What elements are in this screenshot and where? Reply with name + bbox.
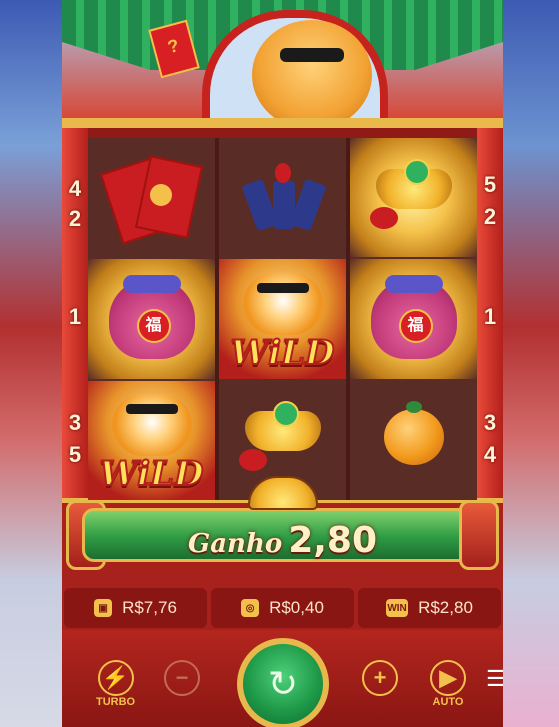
win-label: Ganho xyxy=(187,529,283,559)
left-multiplier-3: 1 xyxy=(68,304,82,329)
reel-2: WiLD xyxy=(219,138,346,500)
symbol-orange xyxy=(350,381,477,500)
spin-icon: ↻ xyxy=(267,663,299,704)
symbol-lucky-bag: 福 xyxy=(350,259,477,379)
game-screen: ? 4 2 1 3 5 5 2 1 3 4 福 WiLD WiLD 福 Ganh… xyxy=(62,0,503,727)
left-multiplier-5: 5 xyxy=(68,442,82,467)
reel-1: 福 WiLD xyxy=(88,138,215,500)
symbol-gold-ingot xyxy=(350,138,477,258)
right-multiplier-4: 3 xyxy=(483,410,497,435)
wallet-icon: ▣ xyxy=(94,599,113,617)
auto-label: AUTO xyxy=(432,696,464,708)
menu-icon[interactable]: ☰ xyxy=(486,666,503,692)
spin-button[interactable]: ↻ xyxy=(237,638,329,727)
right-multiplier-2: 2 xyxy=(483,204,497,229)
lightning-icon: ⚡ xyxy=(97,660,134,696)
coins-icon: ◎ xyxy=(241,599,260,617)
fu-glyph: 福 xyxy=(398,308,433,343)
envelope-glyph: ? xyxy=(165,35,182,58)
win-value: R$2,80 xyxy=(418,598,473,617)
win-amount-display: Ganho 2,80 xyxy=(62,520,503,561)
auto-button[interactable]: ▶ AUTO xyxy=(430,660,466,708)
bet-value: R$0,40 xyxy=(269,598,324,617)
win-amount: 2,80 xyxy=(288,520,378,561)
reel-grid: 福 WiLD WiLD 福 xyxy=(88,138,477,500)
stats-bar: ▣ R$7,76 ◎ R$0,40 WIN R$2,80 xyxy=(62,588,503,628)
increase-bet-button[interactable]: + xyxy=(362,660,398,696)
gold-ingot-icon xyxy=(368,158,460,237)
tiger-icon xyxy=(111,394,192,457)
left-multiplier-1: 4 xyxy=(68,176,82,201)
win-display: WIN R$2,80 xyxy=(358,588,501,628)
reel-3: 福 xyxy=(350,138,477,500)
win-banner: Ganho 2,80 xyxy=(62,476,503,586)
red-envelopes-icon xyxy=(99,154,203,245)
firecracker-icon xyxy=(240,162,327,233)
play-icon: ▶ xyxy=(430,660,466,696)
plus-icon: + xyxy=(362,660,398,696)
right-multiplier-3: 1 xyxy=(483,304,497,329)
symbol-wild: WiLD xyxy=(88,380,215,500)
backdrop-left xyxy=(0,0,62,727)
fu-glyph: 福 xyxy=(136,308,171,343)
turbo-button[interactable]: ⚡ TURBO xyxy=(96,660,135,708)
balance-value: R$7,76 xyxy=(122,598,177,617)
gold-ingot-icon xyxy=(237,401,329,479)
control-panel: ⚡ TURBO − ↻ + ▶ AUTO ☰ xyxy=(62,630,503,727)
symbol-red-envelopes xyxy=(88,138,215,257)
minus-icon: − xyxy=(164,660,200,696)
win-icon: WIN xyxy=(386,599,409,617)
turbo-label: TURBO xyxy=(96,696,136,708)
tiger-mascot xyxy=(252,20,372,130)
orange-icon xyxy=(374,401,454,479)
wild-label: WiLD xyxy=(99,453,205,495)
lucky-bag-icon: 福 xyxy=(108,274,195,359)
left-multiplier-4: 3 xyxy=(68,410,82,435)
lucky-bag-icon: 福 xyxy=(370,274,457,359)
bet-display[interactable]: ◎ R$0,40 xyxy=(211,588,354,628)
symbol-lucky-bag: 福 xyxy=(88,259,215,379)
right-multiplier-1: 5 xyxy=(483,172,497,197)
right-multiplier-5: 4 xyxy=(483,442,497,467)
tiger-icon xyxy=(242,272,323,335)
left-multiplier-2: 2 xyxy=(68,206,82,231)
wild-label: WiLD xyxy=(230,332,336,374)
symbol-firecracker xyxy=(219,138,346,257)
backdrop-right xyxy=(503,0,559,727)
symbol-wild: WiLD xyxy=(219,259,346,379)
decrease-bet-button[interactable]: − xyxy=(164,660,200,696)
balance-display[interactable]: ▣ R$7,76 xyxy=(64,588,207,628)
